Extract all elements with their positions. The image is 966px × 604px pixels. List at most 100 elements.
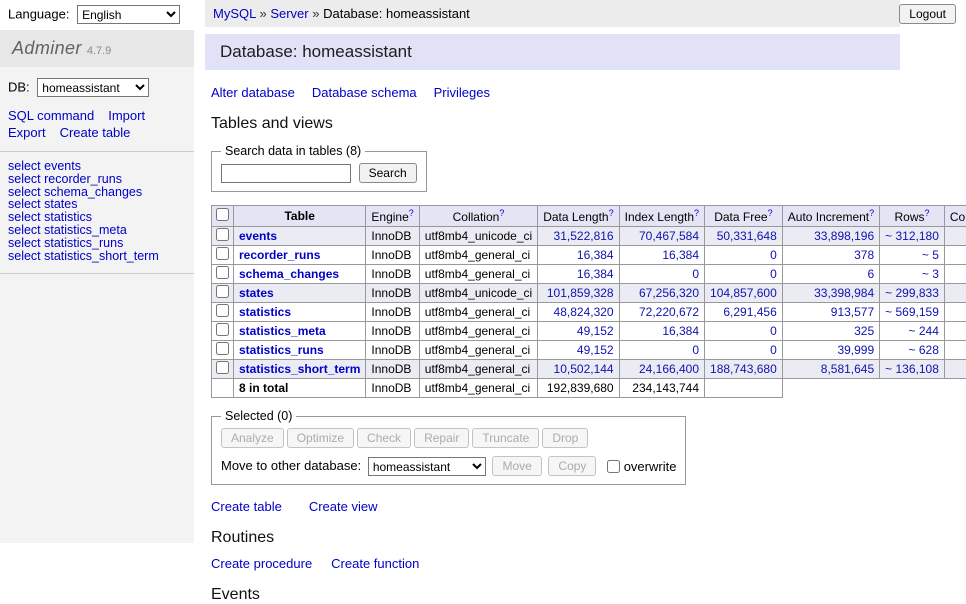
col-header-engine: Engine? <box>366 206 419 227</box>
repair-button[interactable]: Repair <box>414 428 469 448</box>
logout-button[interactable]: Logout <box>899 4 956 24</box>
row-checkbox-cell <box>212 265 234 284</box>
table-row-statistics-meta: statistics_metaInnoDButf8mb4_general_ci4… <box>212 322 966 341</box>
data-length-cell: 16,384 <box>538 246 619 265</box>
comment-cell <box>944 360 966 379</box>
link-create-procedure[interactable]: Create procedure <box>211 556 312 571</box>
table-link-schema-changes[interactable]: schema_changes <box>239 267 339 281</box>
sidebar: Adminer4.7.9 DB: homeassistant SQL comma… <box>0 30 194 543</box>
table-row-events: eventsInnoDButf8mb4_unicode_ci31,522,816… <box>212 227 966 246</box>
row-checkbox-states[interactable] <box>216 285 229 298</box>
table-row-statistics: statisticsInnoDButf8mb4_general_ci48,824… <box>212 303 966 322</box>
collation-cell: utf8mb4_general_ci <box>419 341 537 360</box>
copy-button[interactable]: Copy <box>548 456 596 476</box>
database-nav-links: Alter database Database schema Privileges <box>211 85 956 100</box>
table-link-statistics-meta[interactable]: statistics_meta <box>239 324 326 338</box>
language-select[interactable]: English <box>77 5 180 24</box>
link-create-table[interactable]: Create table <box>211 499 282 514</box>
sidebar-link-select-statistics-short-term[interactable]: select statistics_short_term <box>8 249 159 263</box>
nav-link-privileges[interactable]: Privileges <box>434 85 490 100</box>
hint-link-data-free[interactable]: ? <box>768 208 773 218</box>
page-title: Database: homeassistant <box>205 34 900 70</box>
table-name-cell: statistics_short_term <box>234 360 366 379</box>
sidebar-action-create-table[interactable]: Create table <box>60 125 131 140</box>
engine-cell: InnoDB <box>366 227 419 246</box>
check-button[interactable]: Check <box>357 428 411 448</box>
move-button[interactable]: Move <box>492 456 541 476</box>
row-checkbox-cell <box>212 227 234 246</box>
hint-link-auto-increment[interactable]: ? <box>869 208 874 218</box>
comment-cell <box>944 303 966 322</box>
overwrite-label[interactable]: overwrite <box>624 459 677 474</box>
nav-link-alter-database[interactable]: Alter database <box>211 85 295 100</box>
total-index-length-cell: 234,143,744 <box>619 379 704 398</box>
hint-link-index-length[interactable]: ? <box>694 208 699 218</box>
analyze-button[interactable]: Analyze <box>221 428 284 448</box>
col-label-index-length: Index Length <box>625 210 694 224</box>
data-free-cell: 104,857,600 <box>705 284 783 303</box>
total-data-length-cell: 192,839,680 <box>538 379 619 398</box>
app-logo: Adminer4.7.9 <box>0 30 194 67</box>
link-create-function[interactable]: Create function <box>331 556 419 571</box>
row-checkbox-events[interactable] <box>216 228 229 241</box>
sidebar-action-sql-command[interactable]: SQL command <box>8 108 94 123</box>
tables-overview-table: TableEngine?Collation?Data Length?Index … <box>211 205 966 398</box>
search-input[interactable] <box>221 164 351 183</box>
sidebar-table-item: select statistics_short_term <box>8 250 186 263</box>
engine-cell: InnoDB <box>366 360 419 379</box>
table-link-states[interactable]: states <box>239 286 274 300</box>
search-button[interactable]: Search <box>359 163 417 183</box>
optimize-button[interactable]: Optimize <box>287 428 354 448</box>
table-link-statistics[interactable]: statistics <box>239 305 291 319</box>
data-free-cell: 50,331,648 <box>705 227 783 246</box>
row-checkbox-cell <box>212 246 234 265</box>
hint-link-collation[interactable]: ? <box>499 208 504 218</box>
row-checkbox-statistics-runs[interactable] <box>216 342 229 355</box>
row-checkbox-schema-changes[interactable] <box>216 266 229 279</box>
data-free-cell: 0 <box>705 322 783 341</box>
sidebar-action-row: SQL command Import <box>8 108 186 123</box>
table-link-statistics-short-term[interactable]: statistics_short_term <box>239 362 360 376</box>
sidebar-action-export[interactable]: Export <box>8 125 46 140</box>
data-length-cell: 31,522,816 <box>538 227 619 246</box>
total-engine-cell: InnoDB <box>366 379 419 398</box>
rows-count-cell: ~ 5 <box>880 246 945 265</box>
drop-button[interactable]: Drop <box>542 428 588 448</box>
table-link-events[interactable]: events <box>239 229 277 243</box>
selected-action-buttons: AnalyzeOptimizeCheckRepairTruncateDrop <box>221 428 676 448</box>
col-header-collation: Collation? <box>419 206 537 227</box>
table-row-recorder-runs: recorder_runsInnoDButf8mb4_general_ci16,… <box>212 246 966 265</box>
hint-link-data-length[interactable]: ? <box>609 208 614 218</box>
main-content: MySQL » Server » Database: homeassistant… <box>205 0 966 543</box>
table-link-statistics-runs[interactable]: statistics_runs <box>239 343 324 357</box>
language-label: Language: <box>8 7 69 22</box>
auto-increment-cell: 33,898,196 <box>782 227 879 246</box>
breadcrumb-link-mysql[interactable]: MySQL <box>213 6 256 21</box>
table-name-cell: schema_changes <box>234 265 366 284</box>
move-row: Move to other database: homeassistant Mo… <box>221 456 676 476</box>
table-name-cell: events <box>234 227 366 246</box>
rows-count-cell: ~ 244 <box>880 322 945 341</box>
table-header-row: TableEngine?Collation?Data Length?Index … <box>212 206 966 227</box>
table-link-recorder-runs[interactable]: recorder_runs <box>239 248 320 262</box>
row-checkbox-statistics-short-term[interactable] <box>216 361 229 374</box>
language-bar: Language: English <box>0 0 194 30</box>
overwrite-checkbox[interactable] <box>607 460 620 473</box>
rows-count-cell: ~ 569,159 <box>880 303 945 322</box>
move-db-select[interactable]: homeassistant <box>368 457 486 476</box>
row-checkbox-recorder-runs[interactable] <box>216 247 229 260</box>
sidebar-action-import[interactable]: Import <box>108 108 145 123</box>
breadcrumb-link-server[interactable]: Server <box>270 6 308 21</box>
select-all-checkbox[interactable] <box>216 208 229 221</box>
row-checkbox-statistics-meta[interactable] <box>216 323 229 336</box>
hint-link-engine[interactable]: ? <box>409 208 414 218</box>
row-checkbox-statistics[interactable] <box>216 304 229 317</box>
col-header-data-length: Data Length? <box>538 206 619 227</box>
move-label: Move to other database: <box>221 458 361 473</box>
col-label-comment: Comment <box>950 210 966 224</box>
truncate-button[interactable]: Truncate <box>472 428 539 448</box>
link-create-view[interactable]: Create view <box>309 499 378 514</box>
nav-link-database-schema[interactable]: Database schema <box>312 85 417 100</box>
db-select[interactable]: homeassistant <box>37 78 149 97</box>
hint-link-rows[interactable]: ? <box>925 208 930 218</box>
